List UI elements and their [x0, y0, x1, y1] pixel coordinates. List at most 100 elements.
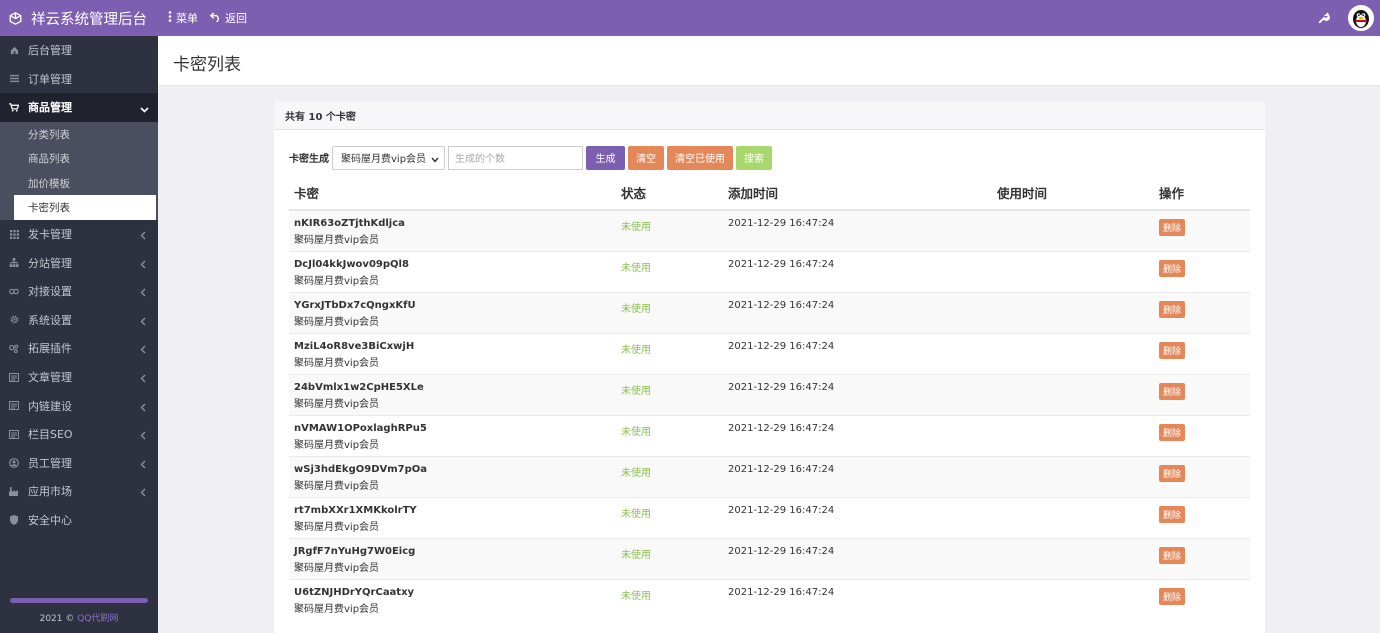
sidebar-item-substations[interactable]: 分站管理 [0, 248, 158, 277]
sidebar-subitem-price-template[interactable]: 加价模板 [0, 171, 158, 196]
sidebar-item-staff[interactable]: 员工管理 [0, 449, 158, 478]
added-time: 2021-12-29 16:47:24 [728, 299, 835, 311]
card-goods: 聚码屋月费vip会员 [294, 275, 380, 287]
table-row: wSj3hdEkgO9DVm7pOa 聚码屋月费vip会员 未使用 2021-12-2… [289, 456, 1250, 497]
cube-icon [8, 11, 22, 25]
chain-icon [9, 401, 19, 411]
sidebar-item-security[interactable]: 安全中心 [0, 506, 158, 535]
card-cell: 24bVmlx1w2CpHE5XLe 聚码屋月费vip会员 [289, 374, 616, 415]
generate-toolbar: 卡密生成 聚码屋月费vip会员 生成的个数 生成 清空 清空已使用 搜索 [289, 145, 775, 170]
sidebar-item-internal-links[interactable]: 内链建设 [0, 391, 158, 420]
added-time-cell: 2021-12-29 16:47:24 [723, 579, 992, 620]
wrench-icon[interactable] [1318, 11, 1332, 25]
sidebar-subitem-card-list[interactable]: 卡密列表 [0, 195, 156, 220]
status-cell: 未使用 [616, 333, 723, 374]
search-button[interactable]: 搜索 [736, 145, 772, 170]
status-badge: 未使用 [621, 344, 651, 356]
delete-button[interactable]: 删除 [1159, 219, 1186, 236]
shield-icon [9, 515, 19, 526]
sidebar-item-label: 文章管理 [28, 371, 72, 385]
delete-button[interactable]: 删除 [1159, 505, 1186, 523]
added-time-cell: 2021-12-29 16:47:24 [723, 374, 992, 415]
card-cell: U6tZNJHDrYQrCaatxy 聚码屋月费vip会员 [289, 579, 616, 620]
chevron-left-icon [140, 373, 148, 383]
card-cell: JRgfF7nYuHg7W0Eicg 聚码屋月费vip会员 [289, 538, 616, 579]
card-goods: 聚码屋月费vip会员 [294, 398, 380, 410]
status-badge: 未使用 [621, 590, 651, 602]
brand[interactable]: 祥云系统管理后台 [0, 0, 158, 36]
generate-button[interactable]: 生成 [586, 145, 625, 170]
sidebar-item-seo[interactable]: 栏目SEO [0, 420, 158, 449]
clear-used-button[interactable]: 清空已使用 [667, 145, 733, 170]
sidebar-item-plugins[interactable]: 拓展插件 [0, 334, 158, 363]
user-icon [9, 457, 19, 468]
added-time-cell: 2021-12-29 16:47:24 [723, 251, 992, 292]
back-label: 返回 [225, 12, 247, 25]
table-row: nKIR63oZTjthKdljca 聚码屋月费vip会员 未使用 2021-12-2… [289, 210, 1250, 251]
card-goods: 聚码屋月费vip会员 [294, 439, 380, 451]
article-icon [9, 372, 19, 382]
goods-submenu: 分类列表 商品列表 加价模板 卡密列表 [0, 121, 158, 220]
delete-button[interactable]: 删除 [1159, 259, 1186, 277]
card-goods: 聚码屋月费vip会员 [294, 357, 380, 369]
card-table: 卡密 状态 添加时间 使用时间 操作 nKIR63oZTjthKdljca 聚码屋… [289, 176, 1250, 620]
delete-button[interactable]: 删除 [1159, 341, 1186, 359]
delete-button[interactable]: 删除 [1159, 587, 1186, 605]
actions-cell: 删除 [1154, 579, 1250, 620]
actions-cell: 删除 [1154, 415, 1250, 456]
table-row: rt7mbXXr1XMKkolrTY 聚码屋月费vip会员 未使用 2021-12-2… [289, 497, 1250, 538]
delete-button[interactable]: 删除 [1159, 423, 1186, 441]
sitemap-icon [9, 258, 19, 268]
used-time-cell [992, 538, 1154, 579]
delete-button[interactable]: 删除 [1159, 546, 1186, 564]
sidebar-item-label: 后台管理 [28, 44, 72, 58]
goods-select[interactable]: 聚码屋月费vip会员 [332, 145, 445, 170]
added-time: 2021-12-29 16:47:24 [728, 504, 835, 516]
added-time: 2021-12-29 16:47:24 [728, 422, 835, 434]
added-time-cell: 2021-12-29 16:47:24 [723, 292, 992, 333]
added-time-cell: 2021-12-29 16:47:24 [723, 538, 992, 579]
sidebar-footer: 2021 © QQ代刷网 [0, 593, 158, 633]
sidebar-item-label: 员工管理 [28, 456, 72, 470]
actions-cell: 删除 [1154, 456, 1250, 497]
avatar[interactable] [1348, 5, 1374, 31]
used-time-cell [992, 333, 1154, 374]
back-button[interactable]: 返回 [209, 10, 247, 26]
delete-button[interactable]: 删除 [1159, 382, 1186, 400]
used-time-cell [992, 210, 1154, 251]
copyright: 2021 © QQ代刷网 [0, 611, 158, 624]
table-row: nVMAW1OPoxlaghRPu5 聚码屋月费vip会员 未使用 2021-12-2… [289, 415, 1250, 456]
sidebar-item-articles[interactable]: 文章管理 [0, 363, 158, 392]
sidebar-item-admin[interactable]: 后台管理 [0, 36, 158, 65]
sidebar-item-label: 商品管理 [28, 101, 72, 115]
delete-button[interactable]: 删除 [1159, 464, 1186, 482]
clear-button[interactable]: 清空 [628, 145, 664, 170]
status-cell: 未使用 [616, 497, 723, 538]
sidebar-subitem-goods-list[interactable]: 商品列表 [0, 146, 158, 171]
page-header: 卡密列表 [158, 36, 1380, 86]
status-cell: 未使用 [616, 415, 723, 456]
sidebar-item-docking[interactable]: 对接设置 [0, 277, 158, 306]
status-cell: 未使用 [616, 538, 723, 579]
sidebar-subitem-categories[interactable]: 分类列表 [0, 122, 158, 147]
card-goods: 聚码屋月费vip会员 [294, 316, 380, 328]
count-input[interactable]: 生成的个数 [448, 145, 583, 170]
page-title: 卡密列表 [173, 55, 241, 75]
sidebar-item-goods[interactable]: 商品管理 [0, 93, 158, 122]
menu-button[interactable]: 菜单 [168, 10, 198, 26]
footer-bar [10, 598, 148, 603]
sidebar-item-orders[interactable]: 订单管理 [0, 65, 158, 94]
sidebar-item-cards[interactable]: 发卡管理 [0, 220, 158, 249]
column-header-card: 卡密 [289, 176, 616, 211]
status-cell: 未使用 [616, 374, 723, 415]
undo-icon [209, 11, 221, 25]
card-count: 共有 10 个卡密 [274, 101, 1265, 130]
sidebar-item-app-market[interactable]: 应用市场 [0, 477, 158, 506]
delete-button[interactable]: 删除 [1159, 300, 1186, 318]
copyright-link[interactable]: QQ代刷网 [77, 614, 118, 624]
card-code: rt7mbXXr1XMKkolrTY [294, 504, 417, 516]
table-row: MziL4oR8ve3BiCxwjH 聚码屋月费vip会员 未使用 2021-12-2… [289, 333, 1250, 374]
chevron-left-icon [140, 259, 148, 269]
column-header-status: 状态 [616, 176, 723, 211]
sidebar-item-system[interactable]: 系统设置 [0, 306, 158, 335]
